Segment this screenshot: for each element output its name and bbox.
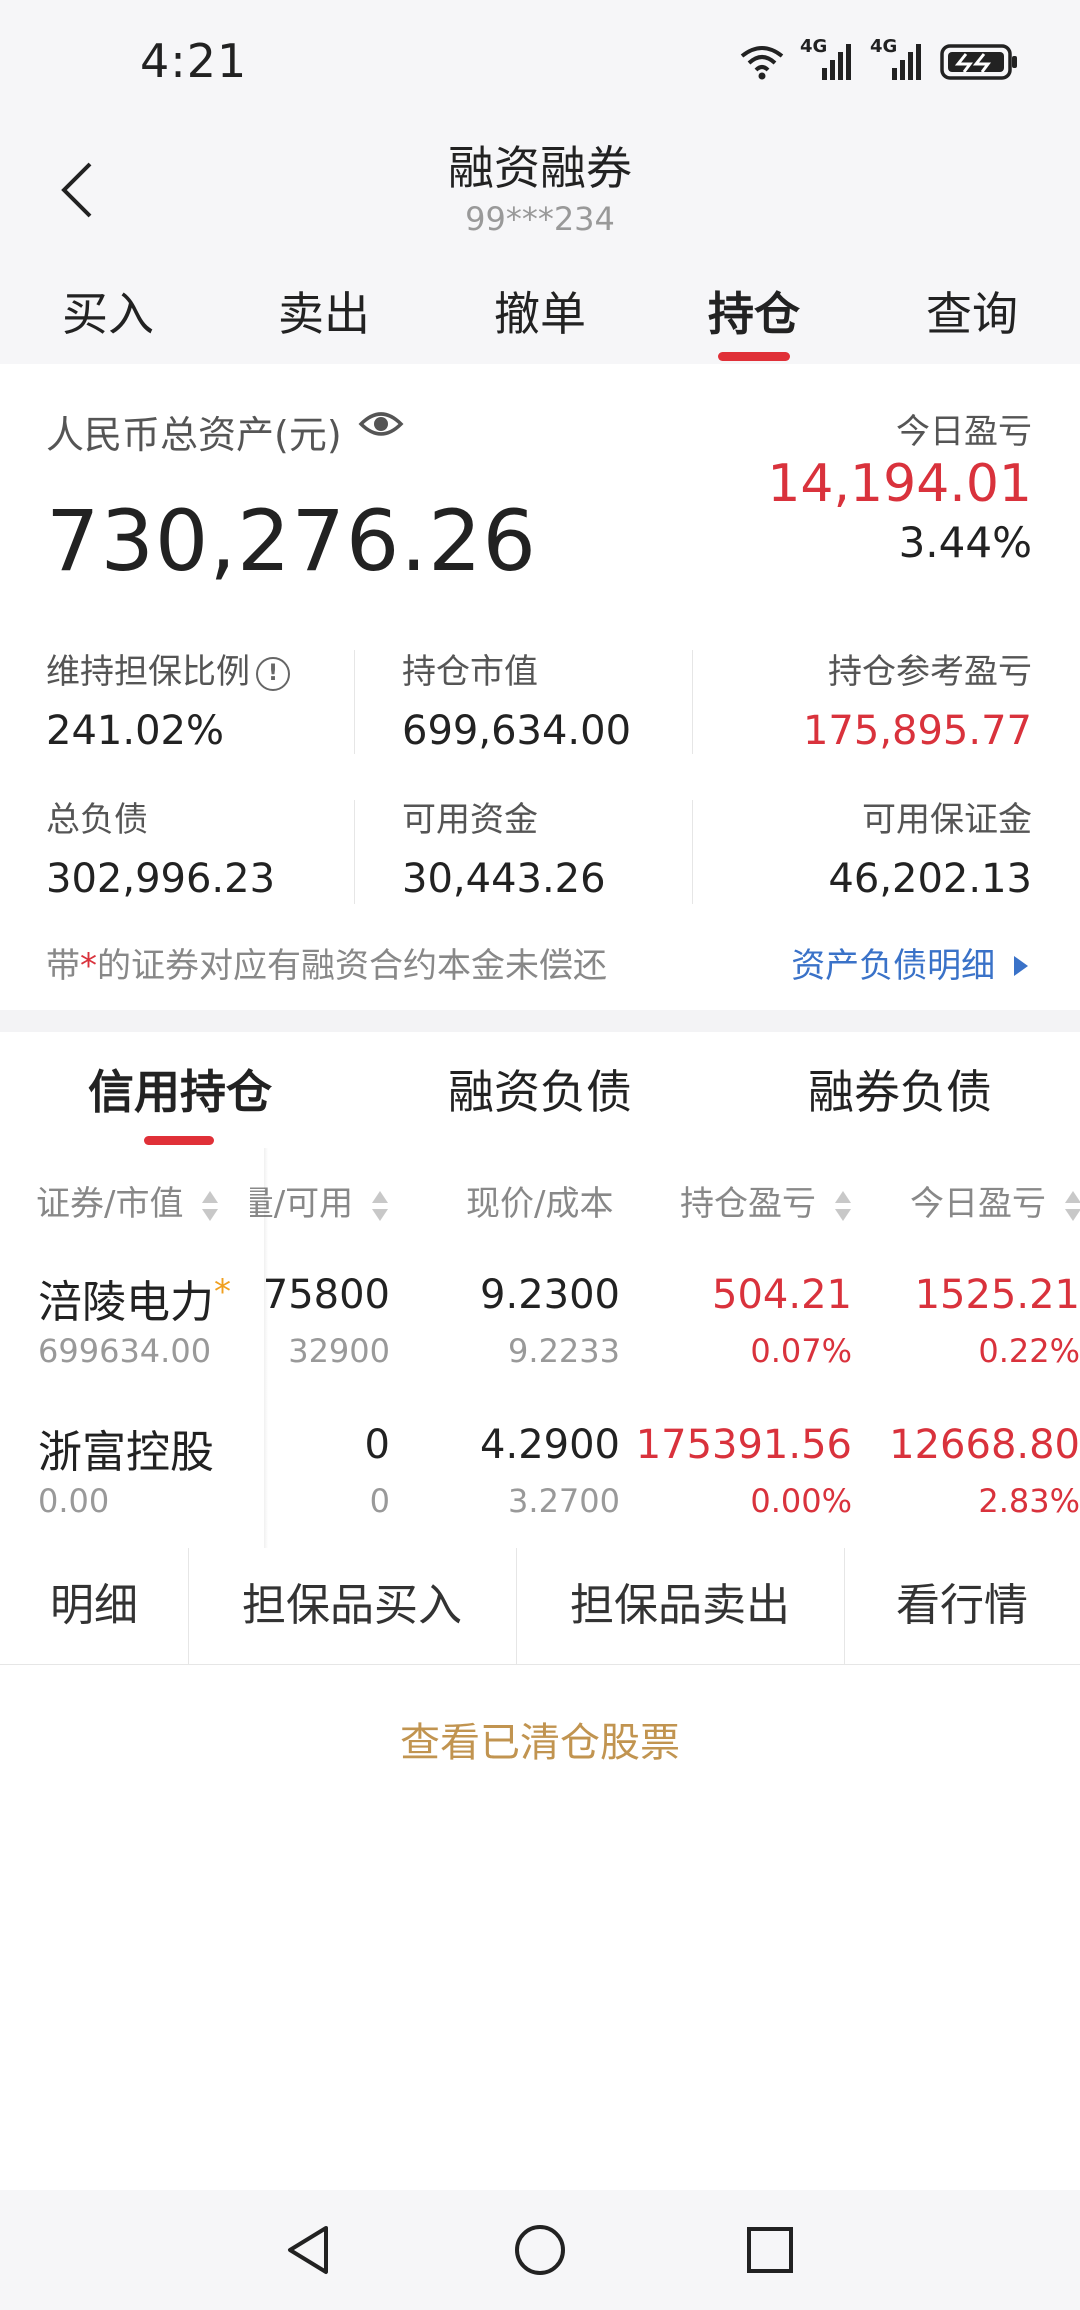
quantity: 75800 [262, 1272, 390, 1318]
info-icon[interactable]: ! [256, 657, 290, 691]
maintenance-ratio-label: 维持担保比例! [46, 644, 290, 693]
system-nav-bar [0, 2190, 1080, 2310]
quantity: 0 [364, 1422, 390, 1468]
total-assets-label: 人民币总资产(元) [46, 413, 342, 457]
position-pnl-label: 持仓参考盈亏 [828, 652, 1032, 692]
status-icons: 4G 4G [738, 36, 1020, 84]
today-pnl-percent: 2.83% [978, 1482, 1080, 1520]
today-pnl-label: 今日盈亏 [896, 412, 1032, 452]
fixed-column-shadow [264, 1148, 268, 1548]
status-bar: 4:21 4G 4G [0, 0, 1080, 120]
recents-nav-icon[interactable] [740, 2220, 800, 2280]
triangle-right-icon [1014, 956, 1028, 976]
tab-positions[interactable]: 持仓 [646, 278, 862, 344]
view-quote-button[interactable]: 看行情 [844, 1548, 1080, 1664]
today-pnl-percent: 0.22% [978, 1332, 1080, 1370]
trade-tabs: 买入 卖出 撤单 持仓 查询 [0, 260, 1080, 365]
battery-icon [940, 44, 1017, 80]
divider [692, 800, 693, 904]
detail-button[interactable]: 明细 [0, 1548, 189, 1664]
asset-liability-detail-link[interactable]: 资产负债明细 [791, 938, 1032, 987]
sort-icon [372, 1190, 388, 1221]
collateral-sell-button[interactable]: 担保品卖出 [516, 1548, 845, 1664]
tab-indicator [718, 352, 790, 361]
total-liability-value: 302,996.23 [46, 856, 276, 902]
available-margin-label: 可用保证金 [862, 800, 1032, 840]
position-pnl-percent: 0.00% [750, 1482, 852, 1520]
account-number: 99***234 [465, 200, 615, 238]
current-price: 4.2900 [480, 1422, 620, 1468]
divider [354, 650, 355, 754]
maintenance-ratio-value: 241.02% [46, 708, 224, 754]
position-value-value: 699,634.00 [402, 708, 632, 754]
available-funds-value: 30,443.26 [402, 856, 606, 902]
divider [354, 800, 355, 904]
sort-icon [834, 1190, 851, 1221]
table-row[interactable]: 浙富控股 0.00 0 0 4.2900 3.2700 175391.56 0.… [0, 1398, 1080, 1549]
total-assets-value: 730,276.26 [46, 492, 537, 590]
available-margin-value: 46,202.13 [828, 856, 1032, 902]
col-today-pnl[interactable]: 今日盈亏 [910, 1176, 1080, 1225]
tab-short-liability[interactable]: 融券负债 [720, 1056, 1080, 1122]
back-nav-icon[interactable] [280, 2220, 340, 2280]
home-nav-icon[interactable] [510, 2220, 570, 2280]
tab-query[interactable]: 查询 [864, 278, 1080, 344]
tab-credit-positions[interactable]: 信用持仓 [0, 1056, 360, 1122]
sub-tab-indicator [144, 1136, 214, 1145]
position-value-label: 持仓市值 [402, 652, 538, 692]
section-gap [0, 1010, 1080, 1032]
available-quantity: 0 [369, 1482, 390, 1520]
col-position-pnl[interactable]: 持仓盈亏 [680, 1176, 853, 1225]
table-row[interactable]: 涪陵电力* 699634.00 75800 32900 9.2300 9.223… [0, 1248, 1080, 1399]
sort-icon [1064, 1190, 1080, 1221]
tab-buy[interactable]: 买入 [0, 278, 216, 344]
position-pnl: 504.21 [712, 1272, 852, 1318]
position-pnl-percent: 0.07% [750, 1332, 852, 1370]
available-funds-label: 可用资金 [402, 800, 538, 840]
cost-price: 9.2233 [508, 1332, 620, 1370]
total-liability-label: 总负债 [46, 800, 148, 840]
signal-icon-2: 4G [870, 36, 926, 84]
today-pnl-percent: 3.44% [898, 518, 1032, 567]
today-pnl: 12668.80 [889, 1422, 1080, 1468]
current-price: 9.2300 [480, 1272, 620, 1318]
sort-icon [202, 1190, 219, 1221]
collateral-buy-button[interactable]: 担保品买入 [188, 1548, 517, 1664]
divider [692, 650, 693, 754]
wifi-icon [740, 46, 784, 80]
cleared-stocks-link[interactable]: 查看已清仓股票 [0, 1710, 1080, 1768]
unpaid-note: 带*的证券对应有融资合约本金未偿还 [46, 946, 607, 986]
today-pnl: 1525.21 [914, 1272, 1080, 1318]
holding-tabs: 信用持仓 融资负债 融券负债 [0, 1032, 1080, 1149]
available-quantity: 32900 [288, 1332, 390, 1370]
col-price[interactable]: 现价/成本 [466, 1176, 613, 1225]
status-time: 4:21 [140, 34, 248, 88]
table-header: 证券/市值 量/可用 现价/成本 持仓盈亏 今日盈亏 [0, 1148, 1080, 1248]
action-bar: 明细 担保品买入 担保品卖出 看行情 [0, 1548, 1080, 1665]
today-pnl-value: 14,194.01 [767, 454, 1032, 514]
col-security[interactable]: 证券/市值 [36, 1176, 220, 1225]
header: 融资融券 99***234 [0, 120, 1080, 260]
eye-icon[interactable] [358, 406, 404, 442]
stock-name: 浙富控股 [38, 1427, 214, 1478]
tab-cancel[interactable]: 撤单 [432, 278, 648, 344]
col-quantity[interactable]: 量/可用 [250, 1176, 390, 1225]
market-value: 0.00 [38, 1482, 110, 1520]
position-pnl-value: 175,895.77 [802, 708, 1032, 754]
asset-summary: 人民币总资产(元) 730,276.26 今日盈亏 14,194.01 3.44… [0, 364, 1080, 1010]
market-value: 699634.00 [38, 1332, 212, 1370]
cost-price: 3.2700 [508, 1482, 620, 1520]
tab-margin-liability[interactable]: 融资负债 [360, 1056, 720, 1122]
page-title: 融资融券 [448, 141, 632, 195]
tab-sell[interactable]: 卖出 [216, 278, 432, 344]
signal-icon: 4G [800, 36, 856, 84]
stock-name: 涪陵电力* [38, 1272, 231, 1328]
position-pnl: 175391.56 [635, 1422, 852, 1468]
